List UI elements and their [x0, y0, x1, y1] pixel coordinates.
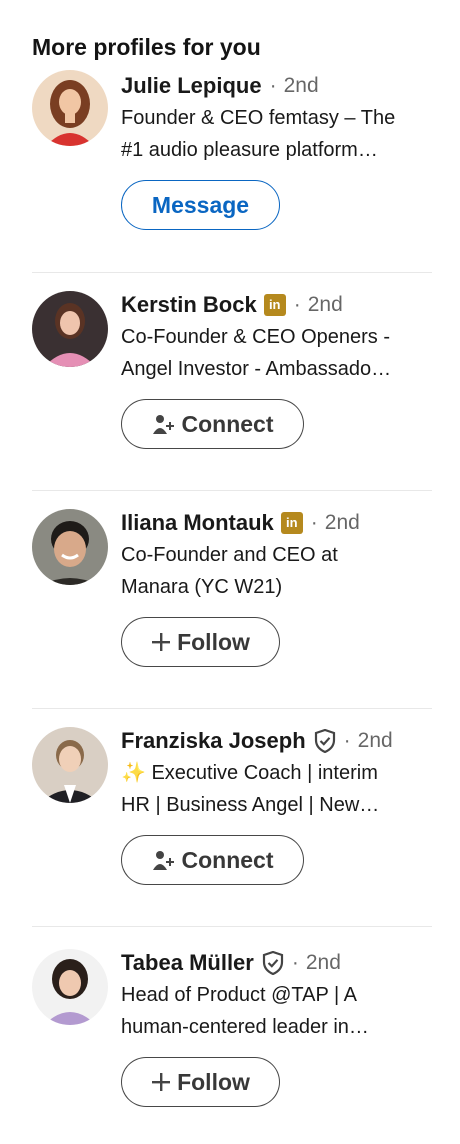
linkedin-premium-icon: in — [280, 512, 303, 534]
profile-name[interactable]: Tabea Müller — [121, 949, 254, 977]
profile-card: Kerstin Bock in · 2nd Co-Founder & CEO Op… — [32, 272, 432, 490]
avatar[interactable] — [32, 949, 108, 1025]
avatar[interactable] — [32, 727, 108, 803]
degree-badge: · 2nd — [343, 729, 393, 752]
profile-headline-cont: human-centered leader in… — [121, 1016, 369, 1038]
profile-card: Tabea Müller · 2nd Head of Product @TAP |… — [32, 926, 432, 1136]
profile-headline: Co-Founder & CEO Openers - — [121, 326, 390, 348]
profile-name[interactable]: Iliana Montauk — [121, 509, 274, 537]
message-button[interactable]: Message — [121, 180, 280, 230]
profile-name[interactable]: Kerstin Bock — [121, 291, 257, 319]
profile-card: Franziska Joseph · 2nd ✨ Executive Coach … — [32, 708, 432, 926]
add-person-icon — [152, 848, 176, 872]
degree-badge: · 2nd — [291, 951, 341, 974]
plus-icon — [151, 632, 171, 652]
profile-headline: Co-Founder and CEO at — [121, 544, 338, 566]
avatar[interactable] — [32, 70, 108, 146]
name-row: Julie Lepique · 2nd — [121, 72, 432, 100]
verified-shield-icon — [262, 951, 284, 975]
plus-icon — [151, 1072, 171, 1092]
section-title: More profiles for you — [32, 34, 261, 60]
profile-name[interactable]: Franziska Joseph — [121, 727, 306, 755]
name-row: Tabea Müller · 2nd — [121, 949, 432, 977]
degree-badge: · 2nd — [293, 293, 343, 316]
profile-card: Iliana Montauk in · 2nd Co-Founder and CE… — [32, 490, 432, 708]
name-row: Franziska Joseph · 2nd — [121, 727, 432, 755]
more-profiles-panel: More profiles for you Julie Lepique · 2nd… — [0, 0, 460, 1144]
verified-shield-icon — [314, 729, 336, 753]
follow-button[interactable]: Follow — [121, 1057, 280, 1107]
follow-button[interactable]: Follow — [121, 617, 280, 667]
linkedin-premium-icon: in — [263, 294, 286, 316]
profile-headline: ✨ Executive Coach | interim — [121, 762, 378, 784]
profile-headline: Founder & CEO femtasy – The — [121, 107, 396, 129]
avatar[interactable] — [32, 291, 108, 367]
connect-button[interactable]: Connect — [121, 835, 304, 885]
profile-headline-cont: HR | Business Angel | New… — [121, 794, 380, 816]
connect-button[interactable]: Connect — [121, 399, 304, 449]
add-person-icon — [152, 412, 176, 436]
profile-name[interactable]: Julie Lepique — [121, 72, 262, 100]
degree-badge: · 2nd — [269, 74, 319, 97]
profile-card: Julie Lepique · 2nd Founder & CEO femtasy… — [32, 70, 432, 272]
degree-badge: · 2nd — [310, 511, 360, 534]
profile-headline-cont: Angel Investor - Ambassado… — [121, 358, 392, 380]
avatar[interactable] — [32, 509, 108, 585]
name-row: Iliana Montauk in · 2nd — [121, 509, 432, 537]
profile-headline-cont: #1 audio pleasure platform… — [121, 139, 378, 161]
profile-headline: Head of Product @TAP | A — [121, 984, 357, 1006]
name-row: Kerstin Bock in · 2nd — [121, 291, 432, 319]
profile-headline-cont: Manara (YC W21) — [121, 576, 283, 598]
